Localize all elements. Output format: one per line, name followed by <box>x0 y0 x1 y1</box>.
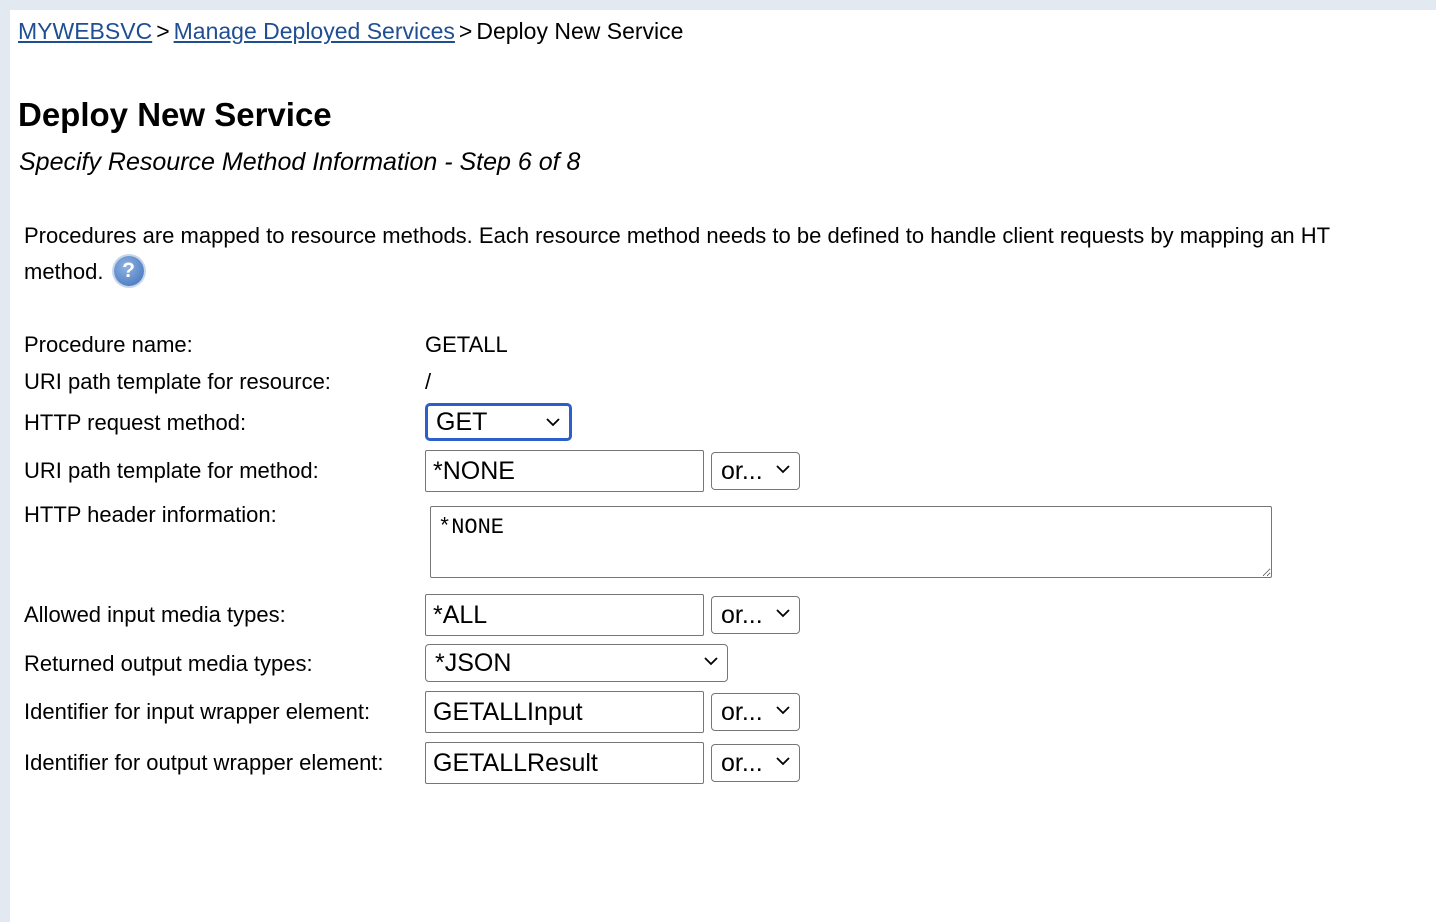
output-wrapper-input[interactable] <box>425 742 704 784</box>
breadcrumb-separator: > <box>458 18 473 44</box>
description: Procedures are mapped to resource method… <box>24 218 1436 290</box>
breadcrumb: MYWEBSVC > Manage Deployed Services > Deploy… <box>18 18 683 45</box>
http-method-select[interactable]: GET <box>425 403 572 441</box>
input-wrapper-or-label: or... <box>721 698 763 726</box>
output-media-select[interactable]: *JSON <box>425 644 728 682</box>
page: MYWEBSVC > Manage Deployed Services > Deploy… <box>10 10 1436 922</box>
output-wrapper-or-select[interactable]: or... <box>711 744 800 782</box>
input-media-input[interactable] <box>425 594 704 636</box>
chevron-down-icon <box>546 418 560 427</box>
output-wrapper-label: Identifier for output wrapper element: <box>24 750 384 775</box>
breadcrumb-link-manage-deployed-services[interactable]: Manage Deployed Services <box>174 18 455 44</box>
uri-method-or-select[interactable]: or... <box>711 452 800 490</box>
http-method-label: HTTP request method: <box>24 410 247 435</box>
page-title: Deploy New Service <box>18 96 332 133</box>
uri-method-or-label: or... <box>721 457 763 485</box>
http-method-selected: GET <box>436 408 488 436</box>
output-media-label: Returned output media types: <box>24 651 313 676</box>
chevron-down-icon <box>776 609 790 618</box>
chevron-down-icon <box>704 657 718 666</box>
help-icon[interactable]: ? <box>113 256 144 286</box>
breadcrumb-current: Deploy New Service <box>476 18 684 44</box>
breadcrumb-separator: > <box>156 18 170 44</box>
description-line-1: Procedures are mapped to resource method… <box>24 223 1331 248</box>
procedure-name-value: GETALL <box>425 332 508 357</box>
uri-method-input[interactable] <box>425 450 704 492</box>
input-wrapper-or-select[interactable]: or... <box>711 693 800 731</box>
breadcrumb-link-mywebsvc[interactable]: MYWEBSVC <box>18 18 152 44</box>
uri-method-label: URI path template for method: <box>24 458 319 483</box>
input-wrapper-input[interactable] <box>425 691 704 733</box>
description-line-2-wrap: method.? <box>24 254 1436 290</box>
procedure-name-label: Procedure name: <box>24 332 193 357</box>
http-header-textarea[interactable]: *NONE <box>430 506 1272 578</box>
chevron-down-icon <box>776 706 790 715</box>
description-line-2: method. <box>24 259 104 284</box>
input-media-or-select[interactable]: or... <box>711 596 800 634</box>
input-media-label: Allowed input media types: <box>24 602 286 627</box>
uri-resource-value: / <box>425 369 432 394</box>
page-subtitle: Specify Resource Method Information - St… <box>19 148 581 176</box>
output-wrapper-or-label: or... <box>721 749 763 777</box>
input-media-or-label: or... <box>721 601 763 629</box>
chevron-down-icon <box>776 757 790 766</box>
uri-resource-label: URI path template for resource: <box>24 369 331 394</box>
output-media-selected: *JSON <box>435 649 512 677</box>
input-wrapper-label: Identifier for input wrapper element: <box>24 699 371 724</box>
chevron-down-icon <box>776 465 790 474</box>
http-header-label: HTTP header information: <box>24 502 277 527</box>
